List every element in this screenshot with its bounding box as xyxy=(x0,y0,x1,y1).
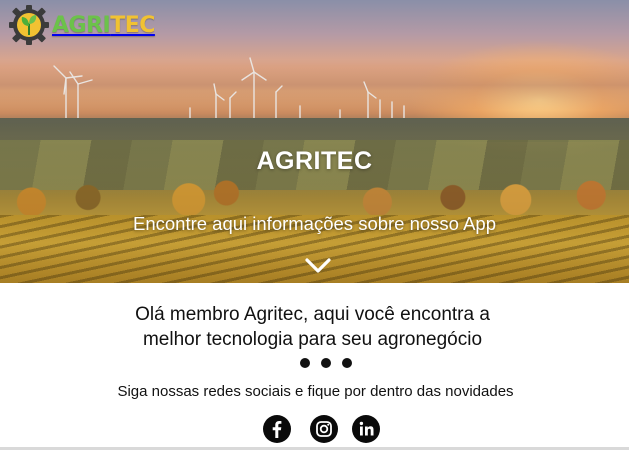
facebook-link[interactable] xyxy=(263,415,291,443)
welcome-line-2: melhor tecnologia para seu agronegócio xyxy=(142,329,483,350)
brand-wordmark-agri: AGRI xyxy=(52,12,111,38)
welcome-message: Olá membro Agritec, aqui você encontra a… xyxy=(0,302,629,352)
hero-banner: AGRITEC AGRITEC Encontre aqui informaçõe… xyxy=(0,0,629,283)
instagram-link[interactable] xyxy=(310,415,338,443)
gear-leaf-logo-icon xyxy=(9,5,49,45)
welcome-line-1: Olá membro Agritec, aqui você encontra a xyxy=(135,304,490,325)
chevron-down-icon[interactable] xyxy=(304,256,332,276)
carousel-dot-2[interactable] xyxy=(321,358,331,368)
social-links xyxy=(263,415,381,443)
linkedin-link[interactable] xyxy=(352,415,380,443)
carousel-dot-3[interactable] xyxy=(342,358,352,368)
carousel-dot-1[interactable] xyxy=(300,358,310,368)
brand-wordmark: AGRITEC xyxy=(52,13,155,38)
brand-wordmark-tec: TEC xyxy=(110,12,155,38)
facebook-icon xyxy=(272,421,282,438)
hero-subtitle: Encontre aqui informações sobre nosso Ap… xyxy=(132,213,497,234)
instagram-icon xyxy=(316,421,332,437)
carousel-dots xyxy=(300,358,352,370)
hero-title: AGRITEC xyxy=(256,147,373,175)
social-caption: Siga nossas redes sociais e fique por de… xyxy=(117,383,514,400)
brand-logo[interactable]: AGRITEC xyxy=(8,4,155,46)
linkedin-icon xyxy=(359,421,374,436)
